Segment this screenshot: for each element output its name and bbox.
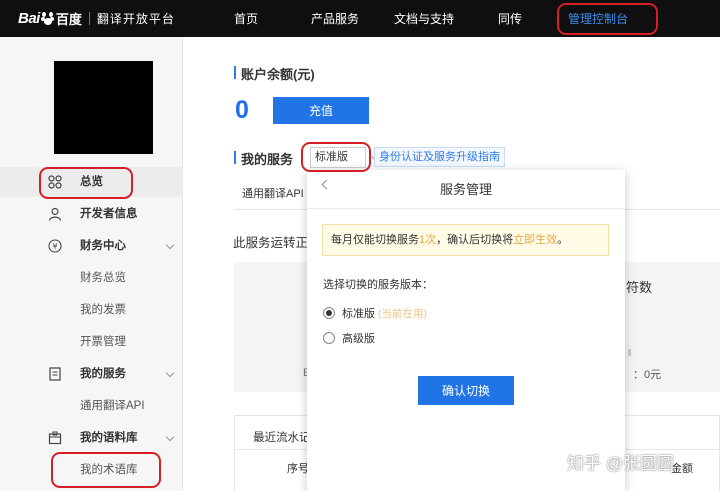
user-icon	[48, 207, 62, 221]
sidebar-item-terminology[interactable]: 我的术语库	[0, 455, 183, 485]
stat-divider	[628, 349, 631, 356]
nav-docs[interactable]: 文档与支持	[394, 10, 454, 27]
sidebar: 总览 开发者信息 ¥ 财务中心 财务总览 我的发票 开票管理 我的服务 通用翻译…	[0, 37, 183, 491]
sidebar-item-my-services[interactable]: 我的服务	[0, 359, 183, 389]
top-navbar: Bai 百度 翻译开放平台 首页 产品服务 文档与支持 同传 管理控制台	[0, 0, 720, 37]
sidebar-item-invoice-management[interactable]: 开票管理	[0, 327, 183, 357]
logo-separator	[88, 11, 90, 25]
chevron-down-icon	[165, 368, 175, 378]
sidebar-item-label: 财务总览	[80, 272, 126, 284]
nav-home[interactable]: 首页	[234, 10, 258, 27]
radio-button[interactable]	[323, 307, 335, 319]
notice-text: 。	[557, 234, 569, 246]
switch-notice: 每月仅能切换服务1次，确认后切换将立即生效。	[322, 224, 609, 256]
nav-simultaneous[interactable]: 同传	[498, 10, 522, 27]
option-label: 标准版	[342, 308, 375, 320]
choose-version-label: 选择切换的服务版本：	[323, 279, 433, 291]
balance-value: 0	[235, 96, 249, 124]
modal-divider	[307, 208, 625, 209]
option-advanced[interactable]: 高级版	[323, 330, 375, 346]
sidebar-item-general-translation-api[interactable]: 通用翻译API	[0, 391, 183, 421]
notice-highlight: 1次	[419, 234, 437, 246]
notice-text: 每月仅能切换服务	[331, 234, 419, 246]
sidebar-item-finance-overview[interactable]: 财务总览	[0, 263, 183, 293]
avatar	[54, 61, 153, 154]
sidebar-item-label: 开发者信息	[80, 208, 138, 220]
chevron-down-icon	[165, 240, 175, 250]
sidebar-item-developer-info[interactable]: 开发者信息	[0, 199, 183, 229]
chevron-down-icon	[165, 432, 175, 442]
sidebar-item-label: 通用翻译API	[80, 400, 145, 412]
stat-label: 符数	[626, 280, 653, 295]
document-icon	[48, 367, 62, 381]
yen-icon: ¥	[48, 239, 62, 253]
sidebar-item-label: 我的发票	[80, 304, 126, 316]
baidu-logo[interactable]: Bai 百度 翻译开放平台	[18, 9, 175, 27]
box-icon	[48, 431, 62, 445]
sidebar-item-label: 我的语料库	[80, 432, 138, 444]
recent-transactions-title: 最近流水记	[253, 432, 311, 444]
modal-title: 服务管理	[439, 182, 492, 197]
nav-console[interactable]: 管理控制台	[568, 10, 628, 27]
current-in-use-tag: (当前在用)	[378, 307, 427, 320]
option-label: 高级版	[342, 333, 375, 345]
logo-du-text: 百度	[55, 11, 82, 27]
tab-general-translation-api[interactable]: 通用翻译API	[242, 185, 304, 201]
confirm-switch-button[interactable]: 确认切换	[418, 376, 514, 405]
upgrade-guide-link[interactable]: 身份认证及服务升级指南	[374, 147, 505, 167]
recharge-button[interactable]: 充值	[273, 97, 369, 124]
paw-icon	[40, 11, 55, 25]
my-services-title: 我的服务	[234, 149, 293, 168]
watermark: 知乎 @张圆圆	[567, 454, 674, 473]
svg-text:¥: ¥	[52, 242, 57, 251]
sidebar-item-label: 开票管理	[80, 336, 126, 348]
version-select[interactable]: 标准版	[310, 147, 379, 168]
notice-text: ，确认后切换将	[436, 234, 514, 246]
sidebar-item-finance[interactable]: ¥ 财务中心	[0, 231, 183, 261]
balance-title: 账户余额(元)	[234, 64, 315, 83]
service-status-text: 此服务运转正	[233, 236, 309, 250]
column-header-amount: 金额	[671, 463, 693, 475]
sidebar-item-overview[interactable]: 总览	[0, 167, 183, 197]
platform-name: 翻译开放平台	[96, 11, 175, 26]
sidebar-item-label: 总览	[80, 176, 103, 188]
column-header-index: 序号	[287, 463, 309, 475]
sidebar-item-label: 财务中心	[80, 240, 126, 252]
stat-value: ：0元	[633, 369, 662, 381]
grid-icon	[48, 175, 62, 189]
radio-button[interactable]	[323, 332, 335, 344]
sidebar-item-label: 我的服务	[80, 368, 126, 380]
version-select-value: 标准版	[315, 151, 348, 163]
logo-bai-text: Bai	[18, 9, 40, 27]
option-standard[interactable]: 标准版 (当前在用)	[323, 305, 427, 321]
sidebar-item-label: 我的术语库	[80, 464, 138, 476]
sidebar-item-corpus[interactable]: 我的语料库	[0, 423, 183, 453]
notice-highlight: 立即生效	[513, 234, 558, 246]
service-management-modal: 服务管理 每月仅能切换服务1次，确认后切换将立即生效。 选择切换的服务版本： 标…	[307, 170, 625, 491]
nav-products[interactable]: 产品服务	[311, 10, 359, 27]
sidebar-item-invoices[interactable]: 我的发票	[0, 295, 183, 325]
